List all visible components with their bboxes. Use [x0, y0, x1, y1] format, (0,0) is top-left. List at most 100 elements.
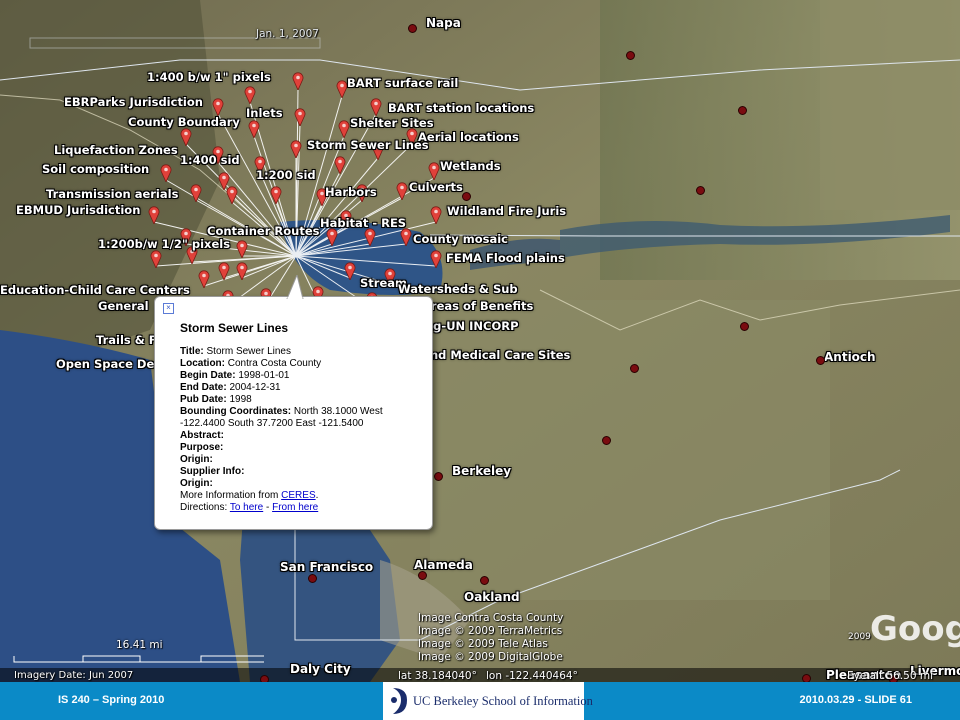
placemark-pin-icon[interactable] — [326, 228, 338, 246]
placemark-pin-icon[interactable] — [248, 120, 260, 138]
layer-label[interactable]: Culverts — [409, 180, 463, 194]
placemark-pin-icon[interactable] — [400, 228, 412, 246]
layer-label[interactable]: 1:200b/w 1/2" pixels — [98, 237, 230, 251]
place-label: San Francisco — [280, 560, 374, 574]
field-row: Purpose: — [180, 442, 420, 454]
balloon-title: Storm Sewer Lines — [180, 321, 289, 335]
layer-label[interactable]: EBRParks Jurisdiction — [64, 95, 203, 109]
layer-label[interactable]: 1:400 b/w 1" pixels — [147, 70, 271, 84]
layer-label[interactable]: EBMUD Jurisdiction — [16, 203, 140, 217]
place-dot-icon — [738, 106, 747, 115]
ischool-logo: UC Berkeley School of Information — [383, 682, 593, 720]
place-dot-icon — [696, 186, 705, 195]
field-label: Title: — [180, 346, 204, 357]
placemark-pin-icon[interactable] — [270, 186, 282, 204]
placemark-pin-icon[interactable] — [396, 182, 408, 200]
placemark-pin-icon[interactable] — [294, 108, 306, 126]
layer-label[interactable]: BART surface rail — [347, 76, 458, 90]
map-view[interactable]: Google Jan. 1, 2007 Napa Antioch Berkeley S… — [0, 0, 960, 682]
placemark-pin-icon[interactable] — [236, 240, 248, 258]
field-label: Pub Date: — [180, 394, 227, 405]
layer-label[interactable]: FEMA Flood plains — [446, 251, 565, 265]
directions-row: Directions: To here - From here — [180, 502, 420, 514]
layer-label[interactable]: Aerial locations — [418, 130, 519, 144]
attribution-line: Image © 2009 DigitalGlobe — [418, 651, 563, 663]
placemark-pin-icon[interactable] — [338, 120, 350, 138]
placemark-pin-icon[interactable] — [180, 128, 192, 146]
layer-label[interactable]: Wildland Fire Juris — [447, 204, 566, 218]
placemark-pin-icon[interactable] — [344, 262, 356, 280]
layer-label[interactable]: Shelter Sites — [350, 116, 434, 130]
field-row: Begin Date: 1998-01-01 — [180, 370, 420, 382]
placemark-pin-icon[interactable] — [364, 228, 376, 246]
layer-label[interactable]: Habitat - RES — [320, 216, 406, 230]
layer-label[interactable]: ng-UN INCORP — [425, 319, 519, 333]
layer-label[interactable]: Storm Sewer Lines — [307, 138, 429, 152]
layer-label[interactable]: Container Routes — [207, 224, 319, 238]
place-dot-icon — [630, 364, 639, 373]
directions-to-here-link[interactable]: To here — [230, 502, 263, 513]
placemark-pin-icon[interactable] — [236, 262, 248, 280]
scale-label: 16.41 mi — [116, 639, 163, 651]
placemark-pin-icon[interactable] — [430, 250, 442, 268]
placemark-pin-icon[interactable] — [218, 262, 230, 280]
placemark-pin-icon[interactable] — [334, 156, 346, 174]
field-row: Origin: — [180, 454, 420, 466]
layer-label[interactable]: 1:400 sid — [180, 153, 240, 167]
placemark-pin-icon[interactable] — [150, 250, 162, 268]
place-dot-icon — [408, 24, 417, 33]
layer-label[interactable]: Transmission aerials — [46, 187, 178, 201]
field-row: Bounding Coordinates: North 38.1000 West… — [180, 406, 420, 430]
field-value: Storm Sewer Lines — [203, 346, 291, 357]
placemark-pin-icon[interactable] — [148, 206, 160, 224]
close-icon[interactable]: × — [163, 303, 174, 314]
placemark-pin-icon[interactable] — [198, 270, 210, 288]
layer-label[interactable]: Wetlands — [440, 159, 501, 173]
layer-label[interactable]: Areas of Benefits — [422, 299, 533, 313]
field-value: Contra Costa County — [225, 358, 322, 369]
google-year: 2009 — [848, 632, 871, 642]
layer-label[interactable]: Inlets — [246, 106, 283, 120]
eye-altitude: Eye alt 56.50 mi — [847, 670, 933, 682]
layer-label[interactable]: BART station locations — [388, 101, 534, 115]
place-dot-icon — [802, 674, 811, 682]
attribution-line: Image © 2009 TerraMetrics — [418, 625, 563, 637]
directions-from-here-link[interactable]: From here — [272, 502, 318, 513]
attribution-line: Image Contra Costa County — [418, 612, 564, 624]
layer-label[interactable]: Soil composition — [42, 162, 149, 176]
placemark-pin-icon[interactable] — [190, 184, 202, 202]
placemark-pin-icon[interactable] — [160, 164, 172, 182]
placemark-pin-icon[interactable] — [428, 162, 440, 180]
layer-label[interactable]: Harbors — [325, 185, 377, 199]
layer-label[interactable]: nd Medical Care Sites — [430, 348, 570, 362]
field-label: Abstract: — [180, 430, 224, 441]
field-row: Title: Storm Sewer Lines — [180, 346, 420, 358]
info-balloon: × Storm Sewer Lines Title: Storm Sewer L… — [154, 275, 433, 530]
field-row: Pub Date: 1998 — [180, 394, 420, 406]
placemark-pin-icon[interactable] — [290, 140, 302, 158]
field-value: 1998-01-01 — [235, 370, 290, 381]
field-row: End Date: 2004-12-31 — [180, 382, 420, 394]
layer-label[interactable]: Open Space De — [56, 357, 154, 371]
placemark-pin-icon[interactable] — [212, 98, 224, 116]
balloon-tail — [286, 275, 304, 299]
layer-label[interactable]: Trails & F — [96, 333, 157, 347]
layer-label[interactable]: General — [98, 299, 149, 313]
imagery-date: Imagery Date: Jun 2007 — [14, 670, 134, 681]
field-label: End Date: — [180, 382, 227, 393]
ceres-link[interactable]: CERES — [281, 490, 315, 501]
place-dot-icon — [740, 322, 749, 331]
field-label: Origin: — [180, 478, 213, 489]
layer-label[interactable]: County Boundary — [128, 115, 240, 129]
layer-label[interactable]: 1:200 sid — [256, 168, 316, 182]
placemark-pin-icon[interactable] — [370, 98, 382, 116]
placemark-pin-icon[interactable] — [430, 206, 442, 224]
layer-label[interactable]: Education-Child Care Centers — [0, 283, 190, 297]
layer-label[interactable]: Watersheds & Sub — [398, 282, 518, 296]
placemark-pin-icon[interactable] — [226, 186, 238, 204]
layer-label[interactable]: County mosaic — [413, 232, 508, 246]
layer-label[interactable]: Liquefaction Zones — [54, 143, 178, 157]
field-label: Supplier Info: — [180, 466, 245, 477]
placemark-pin-icon[interactable] — [292, 72, 304, 90]
placemark-pin-icon[interactable] — [244, 86, 256, 104]
